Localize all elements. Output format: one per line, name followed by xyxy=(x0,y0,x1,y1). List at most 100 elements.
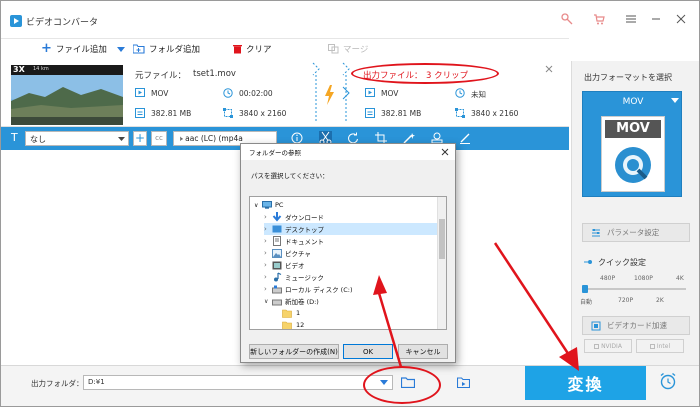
cc-button[interactable]: cc xyxy=(151,131,167,146)
format-selector[interactable]: MOV MOV xyxy=(582,91,682,197)
title-bar: ビデオコンバータ xyxy=(1,1,699,38)
source-resolution: 3840 x 2160 xyxy=(239,109,287,118)
tree-item-pictures[interactable]: › ピクチャ xyxy=(264,247,311,259)
tree-item-music[interactable]: › ミュージック xyxy=(264,271,324,283)
pc-icon xyxy=(262,201,272,209)
dialog-prompt: パスを選択してください： xyxy=(251,172,329,180)
tree-label-downloads: ダウンロード xyxy=(285,214,324,222)
new-folder-button[interactable]: 新しいフォルダーの作成(N) xyxy=(249,344,339,359)
tree-item-downloads[interactable]: › ダウンロード xyxy=(264,211,324,223)
tree-label-desktop: デスクトップ xyxy=(285,226,324,234)
video-format-icon xyxy=(135,88,145,97)
filesize-icon xyxy=(135,108,145,118)
toolbar: + ファイル追加 フォルダ追加 クリア マージ xyxy=(1,38,569,60)
close-icon[interactable] xyxy=(676,14,686,24)
tree-item-documents[interactable]: › ドキュメント xyxy=(264,235,324,247)
intel-checkbox[interactable]: Intel xyxy=(636,339,684,353)
tree-label-folder-12: 12 xyxy=(296,321,305,329)
tree-item-local-disk-c[interactable]: › ローカル ディスク (C:) xyxy=(264,283,352,295)
folder-add-icon xyxy=(133,44,145,54)
output-resolution-icon xyxy=(455,108,465,118)
folder-icon xyxy=(282,309,292,318)
source-duration: 00:02:00 xyxy=(239,89,273,98)
tree-label-local-disk-c: ローカル ディスク (C:) xyxy=(285,286,353,294)
quality-480p: 480P xyxy=(600,275,616,282)
tree-label-music: ミュージック xyxy=(285,274,324,282)
source-label: 元ファイル： xyxy=(135,71,187,81)
trash-icon xyxy=(233,45,242,54)
dialog-close-icon[interactable] xyxy=(441,148,449,156)
merge-button[interactable]: マージ xyxy=(328,43,368,55)
cart-icon[interactable] xyxy=(593,13,605,25)
parameter-settings-button[interactable]: パラメータ設定 xyxy=(582,223,690,242)
tree-scrollbar-thumb[interactable] xyxy=(439,219,445,259)
minimize-icon[interactable] xyxy=(651,14,661,24)
collapse-arrow-icon: › xyxy=(264,237,267,245)
tree-item-desktop[interactable]: › デスクトップ xyxy=(264,223,444,235)
remove-item-icon[interactable] xyxy=(545,65,553,73)
mov-icon-label: MOV xyxy=(605,120,661,138)
speaker-icon: 🕨 xyxy=(178,134,183,143)
clear-button[interactable]: クリア xyxy=(233,43,272,55)
format-name: MOV xyxy=(622,97,644,107)
add-file-button[interactable]: + ファイル追加 xyxy=(41,42,107,55)
subtitle-edit-icon[interactable] xyxy=(459,132,471,144)
clear-label: クリア xyxy=(246,45,272,55)
text-icon: T xyxy=(11,131,18,144)
add-folder-label: フォルダ追加 xyxy=(149,45,201,55)
audio-track-value: aac (LC) (mp4a xyxy=(185,134,243,143)
output-folder-field[interactable]: D:¥1 xyxy=(83,375,393,390)
parameter-settings-label: パラメータ設定 xyxy=(607,228,660,237)
tree-item-drive-d[interactable]: ∨ 新加卷 (D:) xyxy=(264,295,319,307)
annotation-oval-output-file xyxy=(351,63,499,84)
open-output-folder-icon[interactable] xyxy=(457,377,470,388)
output-clock-icon xyxy=(455,88,465,98)
new-folder-label: 新しいフォルダーの作成(N) xyxy=(250,347,338,356)
resolution-icon xyxy=(223,108,233,118)
folder-icon xyxy=(282,321,292,329)
annotation-oval-browse-folder xyxy=(363,366,441,404)
gpu-acceleration-label: ビデオカード加速 xyxy=(607,321,667,330)
add-file-label: ファイル追加 xyxy=(55,45,107,55)
tree-label-videos: ビデオ xyxy=(285,262,305,270)
collapse-arrow-icon: › xyxy=(264,261,267,269)
drive-d-icon xyxy=(272,299,282,305)
add-folder-button[interactable]: フォルダ追加 xyxy=(133,43,200,55)
collapse-arrow-icon: › xyxy=(264,225,267,233)
tree-item-videos[interactable]: › ビデオ xyxy=(264,259,305,271)
alarm-clock-icon[interactable] xyxy=(659,372,677,390)
source-format: MOV xyxy=(151,89,169,98)
tree-label-pictures: ピクチャ xyxy=(285,250,311,258)
tree-label-folder-1: 1 xyxy=(296,309,301,317)
music-icon xyxy=(274,272,282,282)
gpu-acceleration-button[interactable]: ビデオカード加速 xyxy=(582,316,690,335)
quality-2k: 2K xyxy=(656,297,664,304)
video-thumbnail[interactable]: 3X 14 km xyxy=(11,65,123,125)
quality-4k: 4K xyxy=(676,275,684,282)
subtitle-select[interactable]: なし xyxy=(25,131,129,146)
tree-item-folder-1[interactable]: 1 xyxy=(282,307,300,319)
format-panel-heading: 出力フォーマットを選択 xyxy=(584,73,672,82)
tree-item-pc[interactable]: ∨ PC xyxy=(254,199,283,211)
tree-scrollbar[interactable] xyxy=(437,197,446,329)
thumbnail-caption: 3X xyxy=(13,65,25,74)
window-title: ビデオコンバータ xyxy=(26,18,99,28)
add-file-dropdown-icon[interactable] xyxy=(117,47,125,53)
format-dropdown-icon xyxy=(671,98,679,103)
output-duration: 未知 xyxy=(471,90,486,99)
dialog-title: フォルダーの参照 xyxy=(249,149,301,157)
gpu-icon xyxy=(591,321,601,330)
key-icon[interactable] xyxy=(561,13,573,25)
landscape-image xyxy=(11,75,123,125)
nvidia-checkbox[interactable]: NVIDIA xyxy=(584,339,632,353)
add-subtitle-button[interactable]: + xyxy=(133,131,147,146)
menu-icon[interactable] xyxy=(625,14,637,24)
app-window: ビデオコンバータ + ファイル追加 フォルダ追加 クリア マージ 3X 14 k… xyxy=(0,0,700,407)
tree-label-pc: PC xyxy=(275,201,284,209)
source-size: 382.81 MB xyxy=(151,109,192,118)
quality-slider[interactable] xyxy=(584,288,686,290)
nvidia-label: NVIDIA xyxy=(601,342,622,350)
tree-item-folder-12[interactable]: 12 xyxy=(282,319,305,329)
mov-file-icon: MOV xyxy=(601,116,665,192)
drive-icon xyxy=(272,285,282,293)
